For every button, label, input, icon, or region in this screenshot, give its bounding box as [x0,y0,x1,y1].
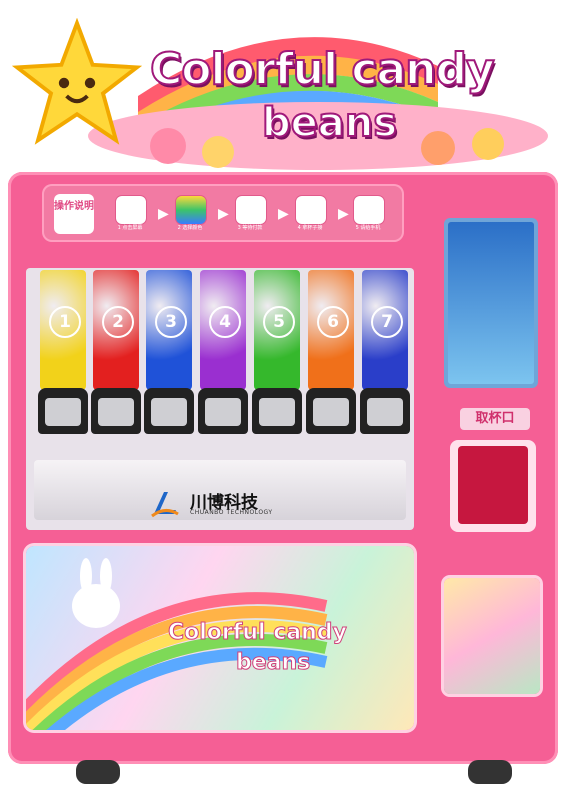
side-poster [444,578,540,694]
dispenser-valve[interactable] [198,388,248,434]
sign-title-line-2: beans [261,99,398,147]
cup-outlet-label: 取杯口 [460,408,530,430]
dispenser-tube-3: 3 [146,270,192,390]
step-label: 4 拿杯子接 [297,225,323,231]
brand-name-en: CHUANBO TECHNOLOGY [190,509,273,516]
sign-title-line-1: Colorful candy [149,43,496,96]
tube-number: 3 [155,306,187,338]
brand-logo-icon [151,492,179,518]
step-item: 3 等待付款 [232,194,282,242]
tube-number: 2 [102,306,134,338]
star-mascot-icon [12,18,142,145]
arrow-right-icon: ▶ [338,206,349,222]
tube-number: 5 [263,306,295,338]
dispenser-valve[interactable] [144,388,194,434]
dispenser-valve[interactable] [91,388,141,434]
dispenser-tube-1: 1 [40,270,86,390]
tube-number: 7 [371,306,403,338]
caster-wheel [76,760,120,784]
money-bag-icon [236,196,266,224]
phone-icon [116,196,146,224]
tube-number: 1 [49,306,81,338]
step-item: 2 选择颜色 [172,194,222,242]
step-item: 4 拿杯子接 [292,194,342,242]
caster-wheel [468,760,512,784]
dispenser-valve[interactable] [306,388,356,434]
step-label: 2 选择颜色 [177,225,203,231]
step-label: 5 请给手机 [355,225,381,231]
dispenser-tube-6: 6 [308,270,354,390]
cup-icon [296,196,326,224]
arrow-right-icon: ▶ [218,206,229,222]
poster-title-line-1: Colorful candy [168,620,348,646]
dispenser-tube-4: 4 [200,270,246,390]
step-label: 1 点击屏幕 [117,225,143,231]
dispenser-tube-7: 7 [362,270,408,390]
step-item: 5 请给手机 [350,194,400,242]
arrow-right-icon: ▶ [278,206,289,222]
poster-title-line-2: beans [235,650,311,676]
cup-outlet-opening [458,446,528,524]
color-palette-icon [176,196,206,224]
tube-number: 4 [209,306,241,338]
dispenser-valve[interactable] [38,388,88,434]
step-label: 3 等待付款 [237,225,263,231]
dispenser-tube-5: 5 [254,270,300,390]
operation-guide-label: 操作说明 [54,194,94,234]
dispenser-valve[interactable] [360,388,410,434]
touchscreen[interactable] [448,222,534,384]
arrow-right-icon: ▶ [158,206,169,222]
tube-number: 6 [317,306,349,338]
step-item: 1 点击屏幕 [112,194,162,242]
lips-icon [354,196,384,224]
dispenser-valve[interactable] [252,388,302,434]
dispenser-tube-2: 2 [93,270,139,390]
